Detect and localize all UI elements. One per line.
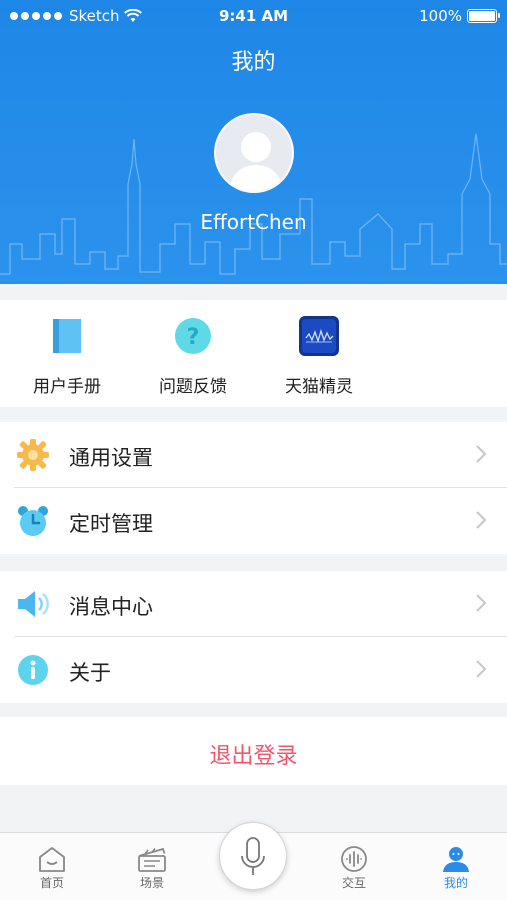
- chevron-right-icon: [476, 445, 487, 463]
- quick-action-label: 用户手册: [33, 377, 101, 397]
- profile-header: Sketch 9:41 AM 100% 我的 EffortChen: [0, 0, 507, 284]
- speaker-icon: [18, 591, 49, 617]
- info-group: 消息中心 关于: [0, 571, 507, 703]
- menu-item-label: 关于: [69, 661, 111, 685]
- menu-item-general-settings[interactable]: 通用设置: [0, 422, 507, 488]
- menu-item-label: 通用设置: [69, 446, 153, 470]
- page-title: 我的: [231, 50, 276, 75]
- question-icon: ?: [175, 318, 211, 354]
- chevron-right-icon: [476, 511, 487, 529]
- quick-action-feedback[interactable]: ? 问题反馈: [138, 316, 248, 397]
- status-right: 100%: [419, 7, 500, 25]
- tab-scene[interactable]: 场景: [112, 833, 192, 900]
- quick-action-tmall-genie[interactable]: 天猫精灵: [264, 316, 374, 397]
- menu-item-label: 消息中心: [69, 595, 153, 619]
- username: EffortChen: [200, 210, 307, 234]
- logout-label: 退出登录: [209, 744, 298, 769]
- tab-interact[interactable]: 交互: [314, 833, 394, 900]
- voice-button[interactable]: [219, 822, 287, 890]
- battery-icon: [467, 9, 500, 23]
- alarm-clock-icon: [18, 506, 48, 536]
- settings-group: 通用设置 定时管理: [0, 422, 507, 554]
- quick-actions: 用户手册 ? 问题反馈 天猫精灵: [0, 300, 507, 407]
- menu-item-about[interactable]: 关于: [0, 637, 507, 703]
- tab-mine[interactable]: 我的: [416, 833, 496, 900]
- gear-icon: [17, 439, 49, 471]
- tab-label: 场景: [139, 876, 164, 890]
- logout-button[interactable]: 退出登录: [0, 717, 507, 785]
- manual-book-icon: [53, 319, 81, 353]
- chevron-right-icon: [476, 594, 487, 612]
- info-icon: [18, 655, 48, 685]
- avatar[interactable]: [214, 113, 294, 193]
- menu-item-label: 定时管理: [69, 512, 153, 536]
- quick-action-manual[interactable]: 用户手册: [12, 316, 122, 397]
- menu-item-timer-management[interactable]: 定时管理: [0, 488, 507, 554]
- svg-text:?: ?: [187, 325, 200, 350]
- tab-label: 我的: [443, 876, 468, 890]
- microphone-icon: [241, 837, 265, 875]
- user-profile-icon: [443, 847, 469, 872]
- home-icon: [39, 847, 65, 872]
- quick-action-label: 天猫精灵: [285, 377, 353, 397]
- status-bar: Sketch 9:41 AM 100%: [0, 0, 507, 32]
- tab-label: 首页: [39, 876, 64, 890]
- clapperboard-icon: [138, 847, 166, 872]
- voice-wave-icon: [341, 846, 367, 872]
- quick-action-label: 问题反馈: [159, 377, 227, 397]
- tab-label: 交互: [341, 876, 366, 890]
- battery-percent: 100%: [419, 7, 462, 25]
- tab-home[interactable]: 首页: [12, 833, 92, 900]
- tmall-genie-icon: [299, 316, 339, 356]
- menu-item-message-center[interactable]: 消息中心: [0, 571, 507, 637]
- chevron-right-icon: [476, 660, 487, 678]
